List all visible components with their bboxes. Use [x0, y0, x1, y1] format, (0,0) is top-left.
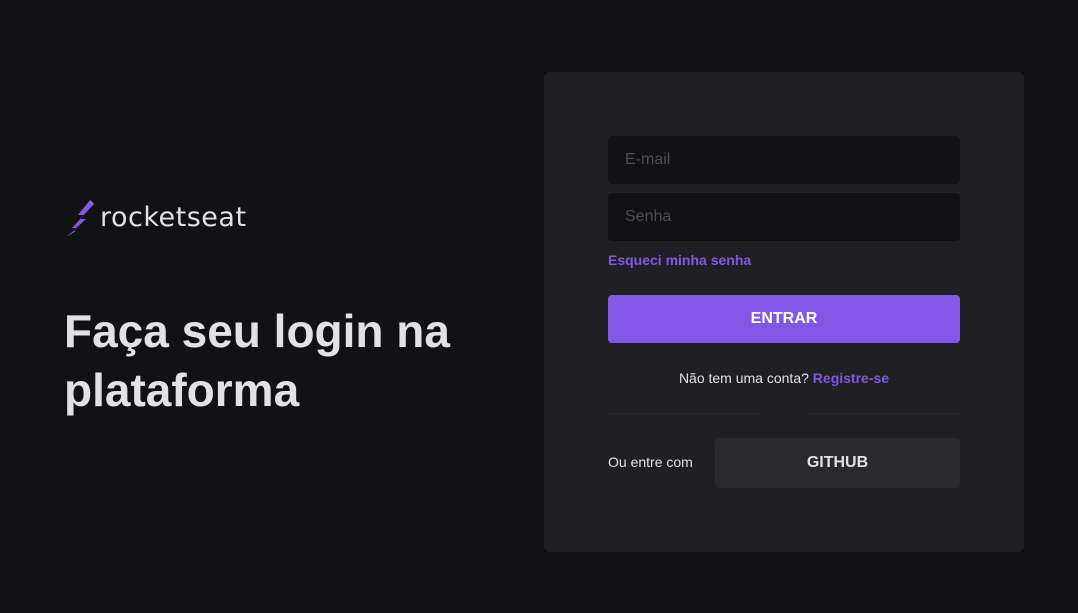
signup-prompt: Não tem uma conta? Registre-se: [608, 370, 960, 386]
page-title: Faça seu login na plataforma: [64, 305, 450, 416]
login-card: Esqueci minha senha ENTRAR Não tem uma c…: [544, 72, 1024, 552]
forgot-password-link[interactable]: Esqueci minha senha: [608, 252, 751, 268]
login-page: rocketseat Faça seu login na plataforma …: [0, 0, 1078, 613]
login-button[interactable]: ENTRAR: [608, 295, 960, 343]
rocket-bolt-icon: [66, 200, 94, 237]
brand: rocketseat: [64, 198, 247, 238]
alt-login-label: Ou entre com: [608, 454, 693, 470]
github-login-button[interactable]: GITHUB: [715, 438, 960, 488]
divider-left: [608, 413, 760, 414]
email-field[interactable]: [608, 136, 960, 184]
signup-link[interactable]: Registre-se: [813, 370, 889, 386]
divider-right: [808, 413, 960, 414]
password-field[interactable]: [608, 193, 960, 241]
signup-prompt-text: Não tem uma conta?: [678, 370, 813, 386]
brand-name: rocketseat: [100, 202, 247, 233]
